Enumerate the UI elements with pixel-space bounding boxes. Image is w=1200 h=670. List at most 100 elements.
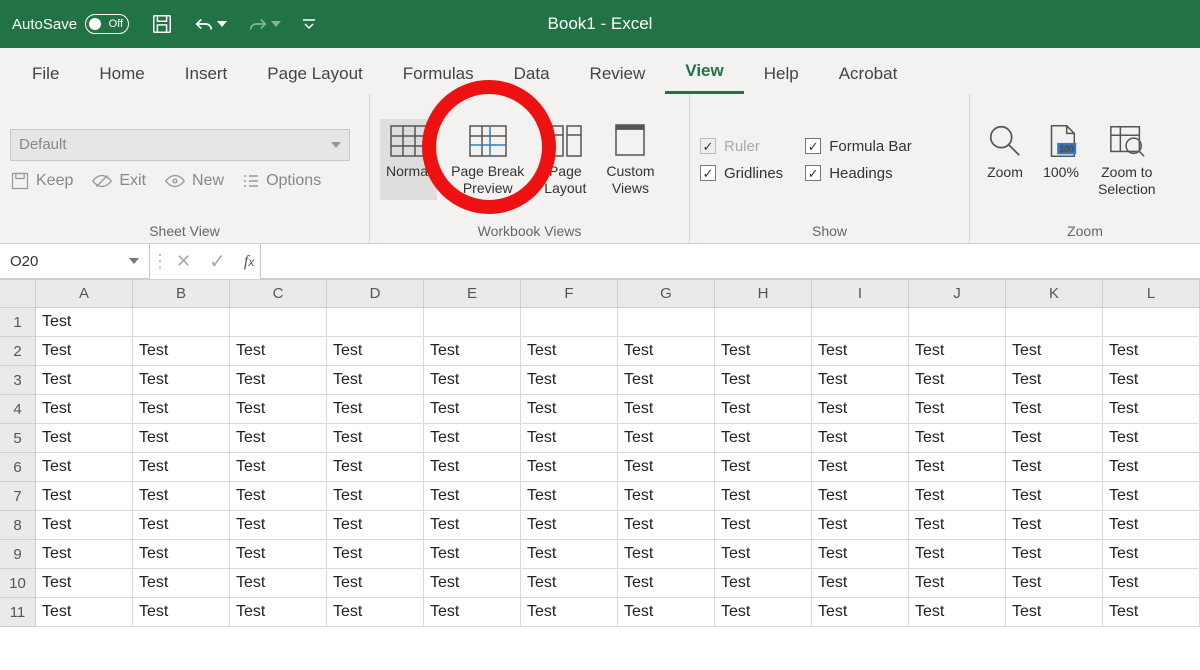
tab-file[interactable]: File bbox=[12, 54, 79, 94]
cell[interactable]: Test bbox=[812, 337, 909, 366]
redo-button[interactable] bbox=[245, 11, 283, 37]
cell[interactable]: Test bbox=[1006, 453, 1103, 482]
cell[interactable]: Test bbox=[36, 308, 133, 337]
cell[interactable]: Test bbox=[327, 482, 424, 511]
cell[interactable]: Test bbox=[133, 424, 230, 453]
cell[interactable]: Test bbox=[424, 337, 521, 366]
cell[interactable] bbox=[424, 308, 521, 337]
cell[interactable]: Test bbox=[715, 482, 812, 511]
tab-home[interactable]: Home bbox=[79, 54, 164, 94]
cell[interactable]: Test bbox=[812, 395, 909, 424]
cell[interactable]: Test bbox=[909, 337, 1006, 366]
cell[interactable]: Test bbox=[715, 424, 812, 453]
cell[interactable]: Test bbox=[36, 482, 133, 511]
cell[interactable]: Test bbox=[133, 482, 230, 511]
insert-function-button[interactable]: fx bbox=[244, 253, 254, 271]
column-header[interactable]: K bbox=[1006, 280, 1103, 308]
column-header[interactable]: I bbox=[812, 280, 909, 308]
cancel-icon[interactable]: ✕ bbox=[176, 251, 191, 272]
cell[interactable]: Test bbox=[424, 366, 521, 395]
cell[interactable]: Test bbox=[327, 337, 424, 366]
cell[interactable]: Test bbox=[230, 366, 327, 395]
cell[interactable]: Test bbox=[327, 569, 424, 598]
tab-acrobat[interactable]: Acrobat bbox=[819, 54, 918, 94]
cell[interactable]: Test bbox=[36, 511, 133, 540]
cell[interactable]: Test bbox=[133, 540, 230, 569]
cell[interactable]: Test bbox=[618, 424, 715, 453]
column-header[interactable]: D bbox=[327, 280, 424, 308]
column-header[interactable]: G bbox=[618, 280, 715, 308]
zoom-100-button[interactable]: 100 100% bbox=[1036, 118, 1086, 200]
select-all-corner[interactable] bbox=[0, 280, 36, 308]
cell[interactable]: Test bbox=[327, 366, 424, 395]
cell[interactable]: Test bbox=[715, 366, 812, 395]
formula-bar-checkbox[interactable]: ✓Formula Bar bbox=[805, 138, 912, 155]
cell[interactable]: Test bbox=[424, 395, 521, 424]
cell[interactable]: Test bbox=[424, 424, 521, 453]
cell[interactable]: Test bbox=[424, 569, 521, 598]
tab-help[interactable]: Help bbox=[744, 54, 819, 94]
cell[interactable]: Test bbox=[618, 453, 715, 482]
row-header[interactable]: 2 bbox=[0, 337, 36, 366]
cell[interactable]: Test bbox=[230, 511, 327, 540]
cell[interactable]: Test bbox=[1006, 511, 1103, 540]
cell[interactable]: Test bbox=[1103, 482, 1200, 511]
tab-data[interactable]: Data bbox=[494, 54, 570, 94]
cell[interactable]: Test bbox=[1103, 453, 1200, 482]
cell[interactable]: Test bbox=[36, 395, 133, 424]
tab-formulas[interactable]: Formulas bbox=[383, 54, 494, 94]
cell[interactable]: Test bbox=[36, 598, 133, 627]
cell[interactable]: Test bbox=[909, 598, 1006, 627]
cell[interactable]: Test bbox=[618, 569, 715, 598]
cell[interactable]: Test bbox=[812, 366, 909, 395]
cell[interactable]: Test bbox=[715, 511, 812, 540]
cell[interactable] bbox=[133, 308, 230, 337]
headings-checkbox[interactable]: ✓Headings bbox=[805, 165, 912, 182]
cell[interactable]: Test bbox=[812, 511, 909, 540]
cell[interactable]: Test bbox=[812, 540, 909, 569]
cell[interactable] bbox=[521, 308, 618, 337]
cell[interactable]: Test bbox=[133, 511, 230, 540]
qat-customize[interactable] bbox=[299, 14, 319, 34]
row-header[interactable]: 11 bbox=[0, 598, 36, 627]
column-header[interactable]: E bbox=[424, 280, 521, 308]
cell[interactable]: Test bbox=[424, 482, 521, 511]
undo-button[interactable] bbox=[191, 11, 229, 37]
cell[interactable]: Test bbox=[715, 337, 812, 366]
cell[interactable]: Test bbox=[521, 511, 618, 540]
keep-button[interactable]: Keep bbox=[10, 171, 73, 191]
cell[interactable]: Test bbox=[618, 337, 715, 366]
cell[interactable]: Test bbox=[1006, 540, 1103, 569]
cell[interactable]: Test bbox=[36, 424, 133, 453]
cell[interactable]: Test bbox=[521, 453, 618, 482]
cell[interactable]: Test bbox=[1006, 569, 1103, 598]
cell[interactable]: Test bbox=[1103, 366, 1200, 395]
custom-views-button[interactable]: Custom Views bbox=[600, 119, 660, 199]
cell[interactable]: Test bbox=[1103, 395, 1200, 424]
cell[interactable]: Test bbox=[1103, 337, 1200, 366]
page-break-preview-button[interactable]: Page Break Preview bbox=[445, 119, 530, 199]
cell[interactable] bbox=[1103, 308, 1200, 337]
cell[interactable]: Test bbox=[230, 482, 327, 511]
column-header[interactable]: L bbox=[1103, 280, 1200, 308]
cell[interactable]: Test bbox=[715, 395, 812, 424]
cell[interactable]: Test bbox=[230, 424, 327, 453]
cell[interactable]: Test bbox=[1006, 482, 1103, 511]
cell[interactable]: Test bbox=[812, 482, 909, 511]
cell[interactable]: Test bbox=[36, 540, 133, 569]
cell[interactable]: Test bbox=[812, 453, 909, 482]
cell[interactable]: Test bbox=[521, 569, 618, 598]
column-header[interactable]: F bbox=[521, 280, 618, 308]
cell[interactable] bbox=[1006, 308, 1103, 337]
cell[interactable]: Test bbox=[521, 598, 618, 627]
cell[interactable]: Test bbox=[230, 569, 327, 598]
cell[interactable]: Test bbox=[618, 366, 715, 395]
cell[interactable]: Test bbox=[715, 540, 812, 569]
cell[interactable]: Test bbox=[36, 366, 133, 395]
cell[interactable]: Test bbox=[424, 540, 521, 569]
cell[interactable]: Test bbox=[1103, 540, 1200, 569]
column-header[interactable]: B bbox=[133, 280, 230, 308]
cell[interactable]: Test bbox=[618, 395, 715, 424]
cell[interactable]: Test bbox=[909, 511, 1006, 540]
row-header[interactable]: 3 bbox=[0, 366, 36, 395]
